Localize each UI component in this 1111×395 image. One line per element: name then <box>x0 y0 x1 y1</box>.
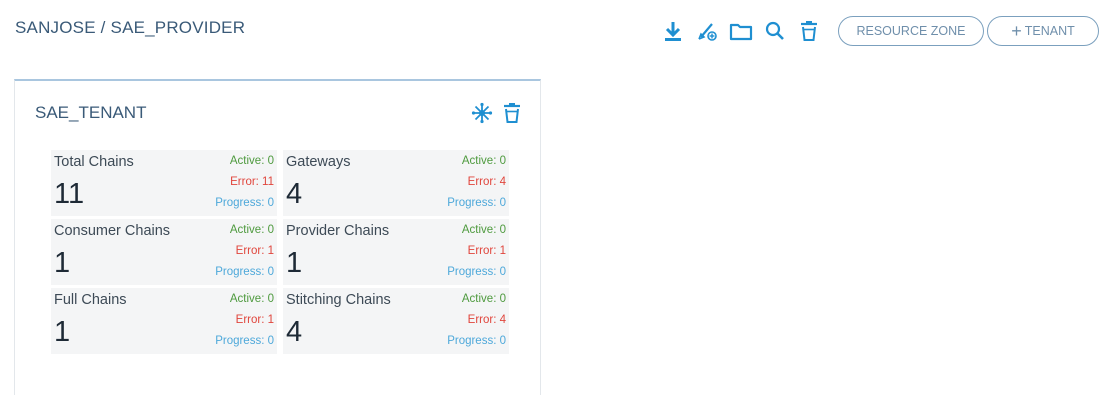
pencil-add-icon[interactable] <box>694 18 720 44</box>
stat-status: Active: 0 Error: 1 Progress: 0 <box>215 220 274 283</box>
stat-value: 1 <box>54 247 71 279</box>
progress-count: Progress: 0 <box>215 197 274 209</box>
tenant-label: TENANT <box>1024 24 1075 38</box>
progress-count: Progress: 0 <box>447 335 506 347</box>
stat-label: Provider Chains <box>286 223 390 239</box>
resource-zone-label: RESOURCE ZONE <box>856 24 966 38</box>
page: SANJOSE / SAE_PROVIDER RESOURCE ZONE + T… <box>0 0 1111 395</box>
error-count: Error: 1 <box>467 245 506 257</box>
error-count: Error: 11 <box>230 176 274 188</box>
stat-label: Total Chains <box>54 154 134 170</box>
stat-provider-chains[interactable]: Provider Chains 1 Active: 0 Error: 1 Pro… <box>283 219 509 285</box>
stat-full-chains[interactable]: Full Chains 1 Active: 0 Error: 1 Progres… <box>51 288 277 354</box>
error-count: Error: 4 <box>467 314 506 326</box>
stat-value: 1 <box>286 247 303 279</box>
network-icon[interactable] <box>470 101 494 125</box>
tenant-card[interactable]: SAE_TENANT Total Chains 11 Active: 0 Err… <box>14 79 541 395</box>
resource-zone-button[interactable]: RESOURCE ZONE <box>838 16 984 46</box>
stat-value: 11 <box>54 178 85 210</box>
add-tenant-button[interactable]: + TENANT <box>987 16 1099 46</box>
stat-stitching-chains[interactable]: Stitching Chains 4 Active: 0 Error: 4 Pr… <box>283 288 509 354</box>
active-count: Active: 0 <box>229 224 274 236</box>
folder-icon[interactable] <box>728 18 754 44</box>
progress-count: Progress: 0 <box>215 266 274 278</box>
search-icon[interactable] <box>762 18 788 44</box>
plus-icon: + <box>1011 21 1022 41</box>
stat-value: 4 <box>286 316 303 348</box>
trash-icon[interactable] <box>500 101 524 125</box>
card-actions <box>464 101 524 125</box>
stat-label: Full Chains <box>54 292 127 308</box>
stat-total-chains[interactable]: Total Chains 11 Active: 0 Error: 11 Prog… <box>51 150 277 216</box>
active-count: Active: 0 <box>229 155 274 167</box>
stat-label: Stitching Chains <box>286 292 391 308</box>
stat-status: Active: 0 Error: 1 Progress: 0 <box>447 220 506 283</box>
stat-status: Active: 0 Error: 4 Progress: 0 <box>447 151 506 214</box>
stats-grid: Total Chains 11 Active: 0 Error: 11 Prog… <box>51 150 509 354</box>
download-icon[interactable] <box>660 18 686 44</box>
active-count: Active: 0 <box>461 224 506 236</box>
stat-gateways[interactable]: Gateways 4 Active: 0 Error: 4 Progress: … <box>283 150 509 216</box>
progress-count: Progress: 0 <box>215 335 274 347</box>
stat-status: Active: 0 Error: 1 Progress: 0 <box>215 289 274 352</box>
stat-status: Active: 0 Error: 11 Progress: 0 <box>215 151 274 214</box>
breadcrumb: SANJOSE / SAE_PROVIDER <box>15 18 246 37</box>
stat-value: 4 <box>286 178 303 210</box>
stat-consumer-chains[interactable]: Consumer Chains 1 Active: 0 Error: 1 Pro… <box>51 219 277 285</box>
progress-count: Progress: 0 <box>447 266 506 278</box>
stat-status: Active: 0 Error: 4 Progress: 0 <box>447 289 506 352</box>
error-count: Error: 4 <box>467 176 506 188</box>
stat-label: Gateways <box>286 154 351 170</box>
active-count: Active: 0 <box>461 293 506 305</box>
trash-icon[interactable] <box>796 18 822 44</box>
toolbar: RESOURCE ZONE + TENANT <box>660 16 1099 46</box>
error-count: Error: 1 <box>235 245 274 257</box>
card-title: SAE_TENANT <box>35 103 147 122</box>
active-count: Active: 0 <box>461 155 506 167</box>
stat-label: Consumer Chains <box>54 223 171 239</box>
error-count: Error: 1 <box>235 314 274 326</box>
stat-value: 1 <box>54 316 71 348</box>
progress-count: Progress: 0 <box>447 197 506 209</box>
active-count: Active: 0 <box>229 293 274 305</box>
